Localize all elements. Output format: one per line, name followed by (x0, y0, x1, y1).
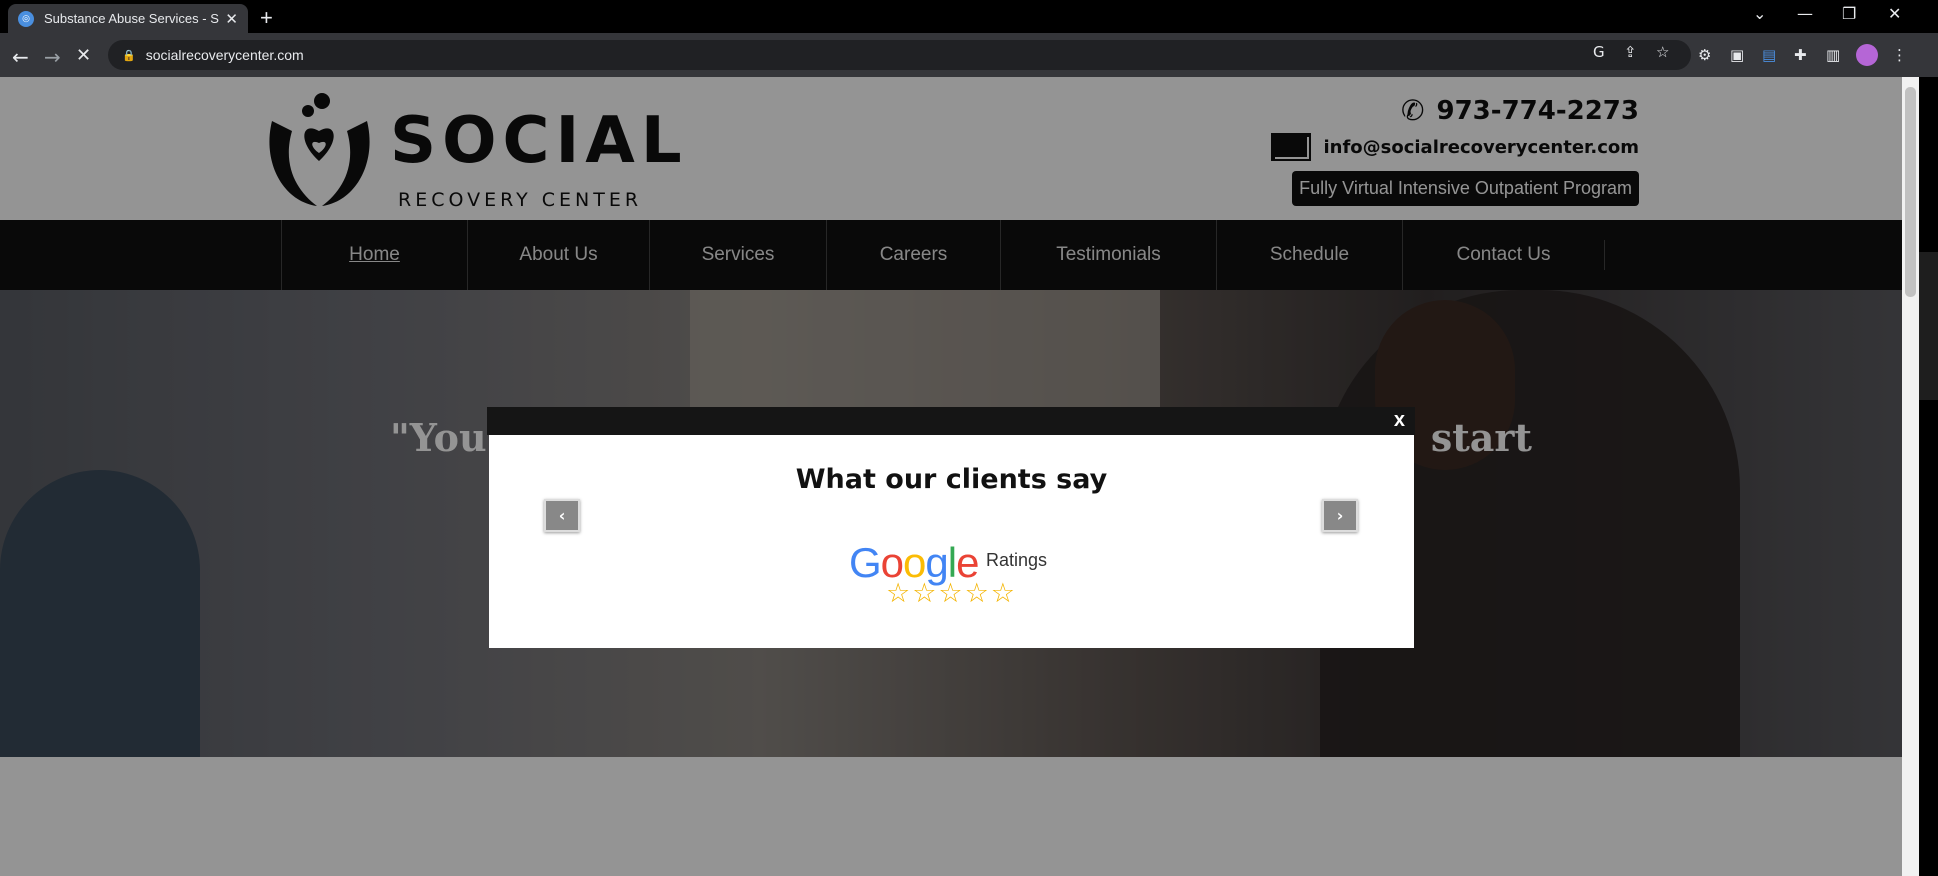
tab-close-icon[interactable]: ✕ (225, 10, 238, 28)
scrollbar-thumb[interactable] (1905, 87, 1916, 297)
camera-extension-icon[interactable]: ▣ (1730, 46, 1744, 64)
tab-title: Substance Abuse Services - Socia (44, 11, 219, 26)
forward-arrow-icon[interactable]: → (44, 45, 61, 69)
chrome-menu-icon[interactable]: ⋮ (1892, 46, 1907, 64)
rating-stars-icon: ☆☆☆☆☆ (885, 578, 1018, 609)
restore-button[interactable]: ❐ (1842, 4, 1856, 23)
close-window-button[interactable]: ✕ (1888, 4, 1901, 23)
page-viewport: SOCIAL RECOVERY CENTER ✆ 973-774-2273 in… (0, 77, 1902, 876)
browser-toolbar: ← → ✕ 🔒 socialrecoverycenter.com G ⇪ ☆ (0, 33, 1938, 77)
ratings-label: Ratings (986, 550, 1048, 570)
url-text: socialrecoverycenter.com (145, 47, 304, 63)
new-tab-button[interactable]: + (260, 5, 273, 31)
site-favicon-icon: ◎ (18, 10, 34, 27)
carousel-next-button[interactable]: › (1322, 499, 1358, 532)
lock-icon: 🔒 (122, 49, 136, 62)
address-bar[interactable]: 🔒 socialrecoverycenter.com (108, 40, 1691, 70)
reviews-modal: What our clients say ‹ › Google Ratings … (489, 435, 1414, 648)
page-scrollbar[interactable] (1902, 77, 1919, 876)
share-icon[interactable]: ⇪ (1624, 43, 1637, 61)
window-edge-block (1919, 252, 1938, 400)
browser-tab[interactable]: ◎ Substance Abuse Services - Socia ✕ (8, 4, 248, 33)
back-arrow-icon[interactable]: ← (12, 45, 29, 69)
minimize-button[interactable]: — (1797, 4, 1813, 23)
modal-close-button[interactable]: x (1394, 409, 1405, 432)
bookmark-star-icon[interactable]: ☆ (1656, 43, 1669, 61)
modal-heading: What our clients say (795, 464, 1108, 495)
extension-icon[interactable]: ▤ (1762, 46, 1776, 64)
window-edge (1919, 77, 1938, 876)
tab-search-icon[interactable]: ⌄ (1753, 4, 1766, 23)
modal-titlebar: x (487, 407, 1415, 435)
profile-avatar[interactable] (1856, 44, 1878, 66)
tab-strip: ◎ Substance Abuse Services - Socia ✕ + ⌄… (0, 0, 1938, 33)
stop-loading-icon[interactable]: ✕ (76, 45, 91, 66)
puzzle-extensions-icon[interactable]: ✚ (1794, 46, 1807, 64)
google-lens-icon[interactable]: G (1593, 43, 1605, 61)
extension-gear-icon[interactable]: ⚙ (1698, 46, 1711, 64)
carousel-prev-button[interactable]: ‹ (544, 499, 580, 532)
side-panel-icon[interactable]: ▥ (1826, 46, 1840, 64)
